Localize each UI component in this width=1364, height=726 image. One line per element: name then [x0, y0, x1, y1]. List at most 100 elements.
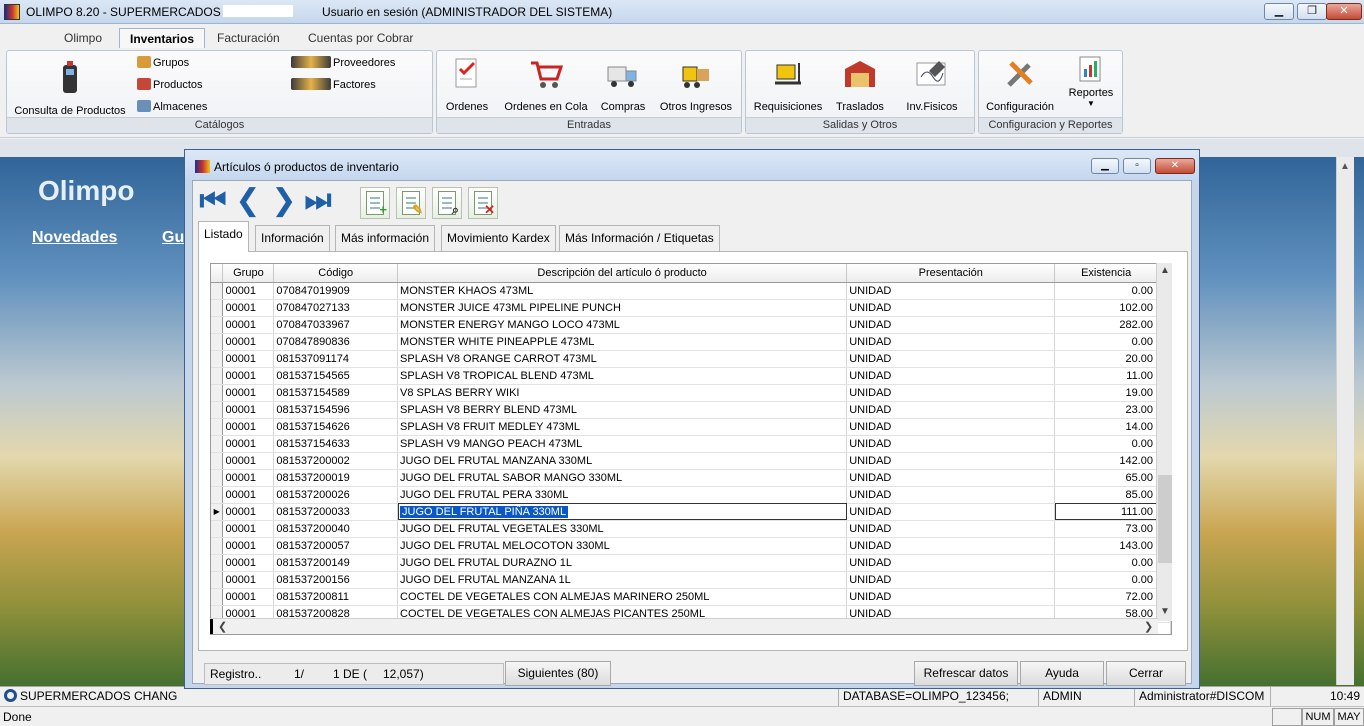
codigo-cell[interactable]: 081537154633 — [273, 435, 399, 453]
presentacion-cell[interactable]: UNIDAD — [846, 486, 1056, 504]
chevron-up-icon[interactable]: ▲ — [1160, 265, 1170, 276]
descripcion-cell[interactable]: JUGO DEL FRUTAL VEGETALES 330ML — [397, 520, 848, 538]
novedades-link[interactable]: Novedades — [32, 229, 117, 247]
row-indicator[interactable] — [211, 571, 224, 589]
row-indicator[interactable] — [211, 384, 224, 402]
almacenes-item[interactable]: Almacenes — [137, 97, 207, 117]
row-indicator[interactable] — [211, 520, 224, 538]
table-row[interactable]: 00001 081537200149 JUGO DEL FRUTAL DURAZNO… — [211, 554, 1171, 572]
table-row[interactable]: 00001 081537154626 SPLASH V8 FRUIT MEDLEY … — [211, 418, 1171, 436]
grupo-cell[interactable]: 00001 — [222, 418, 275, 436]
compras-button[interactable]: Compras — [597, 55, 649, 113]
grupo-cell[interactable]: 00001 — [222, 316, 275, 334]
table-row[interactable]: 00001 081537091174 SPLASH V8 ORANGE CARROT… — [211, 350, 1171, 368]
tab-mas-informacion-etiquetas[interactable]: Más Información / Etiquetas — [559, 225, 720, 251]
codigo-cell[interactable]: 081537200149 — [273, 554, 399, 572]
row-indicator[interactable] — [211, 299, 224, 317]
grupo-cell[interactable]: 00001 — [222, 571, 275, 589]
factores-item[interactable]: Factores — [291, 75, 376, 95]
existencia-cell[interactable]: 73.00 — [1054, 520, 1158, 538]
otros-ingresos-button[interactable]: Otros Ingresos — [655, 55, 737, 113]
row-indicator[interactable] — [211, 588, 224, 606]
grupo-cell[interactable]: 00001 — [222, 554, 275, 572]
descripcion-cell[interactable]: MONSTER JUICE 473ML PIPELINE PUNCH — [397, 299, 848, 317]
existencia-cell[interactable]: 65.00 — [1054, 469, 1158, 487]
tab-listado[interactable]: Listado — [198, 221, 249, 252]
table-row[interactable]: ▶ 00001 081537200033 JUGO DEL FRUTAL PIÑA 3… — [211, 503, 1171, 521]
presentacion-cell[interactable]: UNIDAD — [846, 435, 1056, 453]
table-row[interactable]: 00001 070847033967 MONSTER ENERGY MANGO LO… — [211, 316, 1171, 334]
grupo-cell[interactable]: 00001 — [222, 299, 275, 317]
descripcion-cell[interactable]: SPLASH V8 ORANGE CARROT 473ML — [397, 350, 848, 368]
requisiciones-button[interactable]: Requisiciones — [750, 55, 826, 113]
column-header[interactable]: Existencia — [1054, 264, 1158, 283]
presentacion-cell[interactable]: UNIDAD — [846, 554, 1056, 572]
table-row[interactable]: 00001 081537154596 SPLASH V8 BERRY BLEND 4… — [211, 401, 1171, 419]
grupo-cell[interactable]: 00001 — [222, 469, 275, 487]
tab-informacion[interactable]: Información — [255, 225, 330, 251]
codigo-cell[interactable]: 081537200057 — [273, 537, 399, 555]
grupo-cell[interactable]: 00001 — [222, 367, 275, 385]
row-indicator[interactable]: ▶ — [211, 503, 224, 521]
table-row[interactable]: 00001 081537200002 JUGO DEL FRUTAL MANZANA… — [211, 452, 1171, 470]
presentacion-cell[interactable]: UNIDAD — [846, 282, 1056, 300]
refrescar-datos-button[interactable]: Refrescar datos — [914, 661, 1018, 686]
table-row[interactable]: 00001 081537154565 SPLASH V8 TROPICAL BLEN… — [211, 367, 1171, 385]
existencia-cell[interactable]: 102.00 — [1054, 299, 1158, 317]
grupo-cell[interactable]: 00001 — [222, 282, 275, 300]
row-indicator[interactable] — [211, 401, 224, 419]
ordenes-en-cola-button[interactable]: Ordenes en Cola — [499, 55, 593, 113]
presentacion-cell[interactable]: UNIDAD — [846, 588, 1056, 606]
dialog-minimize-button[interactable]: ▁ — [1091, 158, 1119, 174]
ayuda-button[interactable]: Ayuda — [1020, 661, 1104, 686]
chevron-down-icon[interactable]: ▼ — [1160, 606, 1170, 617]
table-row[interactable]: 00001 081537200156 JUGO DEL FRUTAL MANZANA… — [211, 571, 1171, 589]
codigo-cell[interactable]: 081537200019 — [273, 469, 399, 487]
codigo-cell[interactable]: 070847027133 — [273, 299, 399, 317]
descripcion-cell[interactable]: JUGO DEL FRUTAL MELOCOTON 330ML — [397, 537, 848, 555]
search-record-icon[interactable]: ⌕ — [432, 187, 462, 219]
grupo-cell[interactable]: 00001 — [222, 350, 275, 368]
table-row[interactable]: 00001 081537200019 JUGO DEL FRUTAL SABOR M… — [211, 469, 1171, 487]
delete-record-icon[interactable]: ✕ — [468, 187, 498, 219]
descripcion-cell[interactable]: V8 SPLAS BERRY WIKI — [397, 384, 848, 402]
chevron-right-icon[interactable]: ❯ — [1144, 620, 1153, 633]
grupo-cell[interactable]: 00001 — [222, 435, 275, 453]
tab-cuentas-por-cobrar[interactable]: Cuentas por Cobrar — [298, 28, 423, 49]
presentacion-cell[interactable]: UNIDAD — [846, 537, 1056, 555]
table-row[interactable]: 00001 070847027133 MONSTER JUICE 473ML PIP… — [211, 299, 1171, 317]
row-indicator[interactable] — [211, 316, 224, 334]
tab-movimiento-kardex[interactable]: Movimiento Kardex — [441, 225, 556, 251]
table-row[interactable]: 00001 081537154589 V8 SPLAS BERRY WIKI UNID… — [211, 384, 1171, 402]
reportes-button[interactable]: Reportes ▼ — [1063, 55, 1119, 109]
grupo-cell[interactable]: 00001 — [222, 384, 275, 402]
existencia-cell[interactable]: 111.00 — [1054, 503, 1158, 521]
presentacion-cell[interactable]: UNIDAD — [846, 384, 1056, 402]
row-indicator[interactable] — [211, 282, 224, 300]
productos-item[interactable]: Productos — [137, 75, 203, 95]
column-header[interactable]: Presentación — [846, 264, 1056, 283]
existencia-cell[interactable]: 72.00 — [1054, 588, 1158, 606]
dialog-maximize-button[interactable]: ▫ — [1123, 158, 1151, 174]
presentacion-cell[interactable]: UNIDAD — [846, 350, 1056, 368]
presentacion-cell[interactable]: UNIDAD — [846, 452, 1056, 470]
existencia-cell[interactable]: 23.00 — [1054, 401, 1158, 419]
existencia-cell[interactable]: 0.00 — [1054, 554, 1158, 572]
table-vertical-scrollbar[interactable]: ▲ ▼ — [1156, 263, 1172, 621]
existencia-cell[interactable]: 282.00 — [1054, 316, 1158, 334]
presentacion-cell[interactable]: UNIDAD — [846, 571, 1056, 589]
table-row[interactable]: 00001 070847019909 MONSTER KHAOS 473ML UNID… — [211, 282, 1171, 300]
maximize-button[interactable]: ❐ — [1297, 3, 1327, 20]
existencia-cell[interactable]: 142.00 — [1054, 452, 1158, 470]
previous-record-icon[interactable]: ❮ — [233, 186, 263, 217]
row-indicator[interactable] — [211, 554, 224, 572]
close-button[interactable]: ✕ — [1326, 3, 1362, 20]
dialog-close-button[interactable]: ✕ — [1155, 158, 1195, 174]
inv-fisicos-button[interactable]: Inv.Fisicos — [894, 55, 970, 113]
descripcion-cell[interactable]: JUGO DEL FRUTAL DURAZNO 1L — [397, 554, 848, 572]
existencia-cell[interactable]: 19.00 — [1054, 384, 1158, 402]
grupo-cell[interactable]: 00001 — [222, 520, 275, 538]
existencia-cell[interactable]: 0.00 — [1054, 282, 1158, 300]
codigo-cell[interactable]: 081537200026 — [273, 486, 399, 504]
codigo-cell[interactable]: 081537200002 — [273, 452, 399, 470]
